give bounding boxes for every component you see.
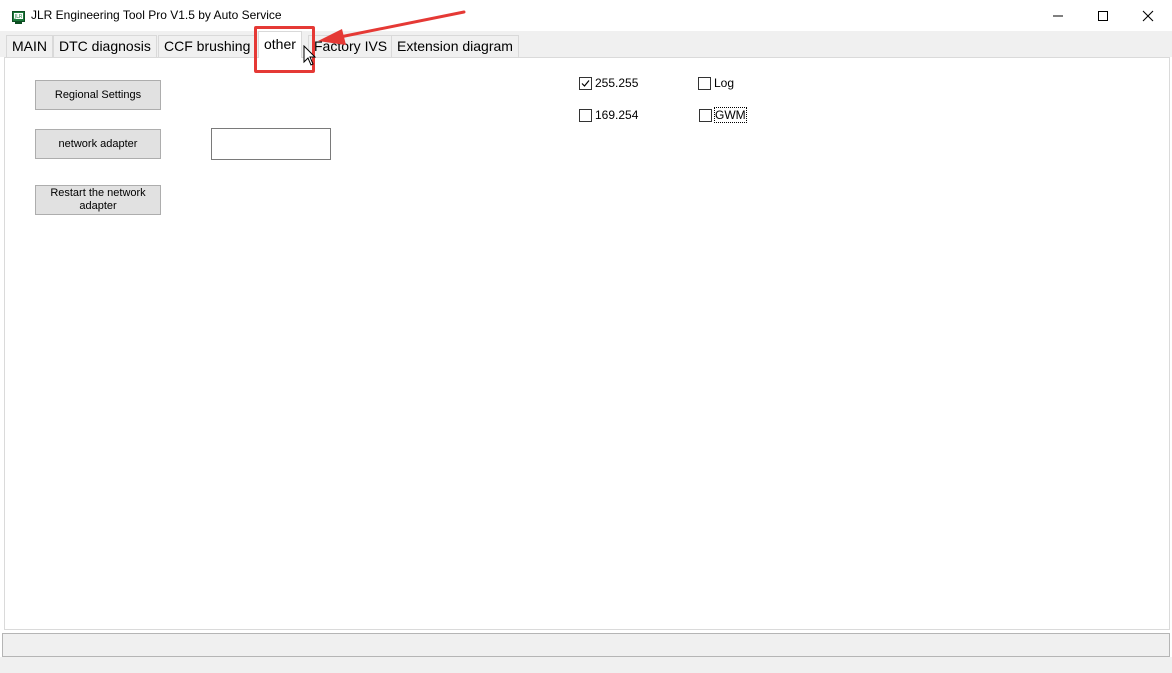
mouse-cursor-icon <box>303 45 317 66</box>
annotation-arrow-icon <box>318 10 466 45</box>
